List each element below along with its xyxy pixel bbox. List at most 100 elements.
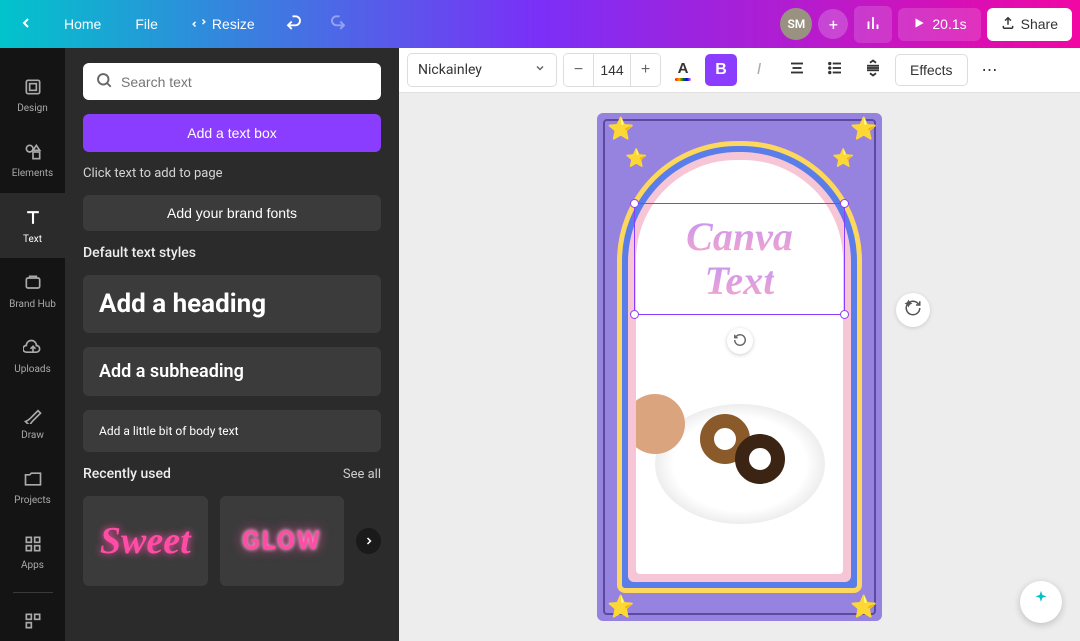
bold-icon: B <box>715 61 727 79</box>
rail-brand-hub-label: Brand Hub <box>9 299 56 310</box>
toolbar-more-button[interactable]: ⋯ <box>974 54 1006 86</box>
rail-divider <box>13 592 53 593</box>
font-size-plus-button[interactable]: + <box>630 53 660 87</box>
rail-projects[interactable]: Projects <box>0 454 65 519</box>
recent-glow-text: GLOW <box>242 526 322 556</box>
rail-design-label: Design <box>17 103 48 114</box>
italic-icon: I <box>757 61 761 79</box>
add-text-box-button[interactable]: Add a text box <box>83 114 381 152</box>
star-icon: ⭐ <box>832 148 854 170</box>
rail-design[interactable]: Design <box>0 62 65 127</box>
recent-item-glow[interactable]: GLOW <box>220 496 345 586</box>
rail-draw[interactable]: Draw <box>0 388 65 453</box>
selected-text-box[interactable]: Canva Text <box>634 203 845 315</box>
bold-button[interactable]: B <box>705 54 737 86</box>
back-button[interactable] <box>8 7 44 42</box>
text-icon <box>21 206 45 230</box>
font-size-minus-button[interactable]: − <box>564 53 594 87</box>
text-toolbar: Nickainley − + A B I <box>399 48 1080 93</box>
redo-icon <box>329 14 347 35</box>
recently-used-title: Recently used <box>83 466 171 482</box>
rail-uploads[interactable]: Uploads <box>0 323 65 388</box>
sidebar-rail: Design Elements Text Brand Hub Uploads <box>0 48 65 641</box>
magic-fab-button[interactable] <box>1020 581 1062 623</box>
recent-scroll-right-button[interactable] <box>356 528 381 554</box>
main-area: Design Elements Text Brand Hub Uploads <box>0 48 1080 641</box>
add-subheading-label: Add a subheading <box>99 361 365 382</box>
selection-handle[interactable] <box>630 199 639 208</box>
resize-button[interactable]: Resize <box>178 8 269 41</box>
canvas-text-line2: Text <box>705 259 775 303</box>
rail-elements[interactable]: Elements <box>0 127 65 192</box>
design-frame[interactable]: ⭐ ⭐ ⭐ ⭐ ⭐ ⭐ <box>597 113 882 621</box>
plus-icon: + <box>829 15 838 34</box>
recently-used-header: Recently used See all <box>83 466 381 482</box>
align-button[interactable] <box>781 54 813 86</box>
star-icon: ⭐ <box>607 117 629 139</box>
undo-icon <box>285 14 303 35</box>
rotate-handle[interactable] <box>727 328 753 354</box>
add-heading-card[interactable]: Add a heading <box>83 275 381 333</box>
upload-icon <box>1001 16 1015 33</box>
share-button[interactable]: Share <box>987 8 1072 41</box>
undo-button[interactable] <box>275 6 313 43</box>
recent-item-sweet[interactable]: Sweet <box>83 496 208 586</box>
font-select[interactable]: Nickainley <box>407 53 557 87</box>
rail-apps-label: Apps <box>21 560 44 571</box>
add-body-card[interactable]: Add a little bit of body text <box>83 410 381 452</box>
add-body-label: Add a little bit of body text <box>99 424 365 438</box>
rail-text[interactable]: Text <box>0 193 65 258</box>
add-subheading-card[interactable]: Add a subheading <box>83 347 381 396</box>
resize-label: Resize <box>212 16 255 32</box>
text-color-button[interactable]: A <box>667 54 699 86</box>
effects-button[interactable]: Effects <box>895 54 968 86</box>
rail-apps[interactable]: Apps <box>0 519 65 584</box>
analytics-button[interactable] <box>854 6 892 43</box>
rail-projects-label: Projects <box>14 495 51 506</box>
font-size-control: − + <box>563 53 661 87</box>
chevron-left-icon <box>18 15 34 34</box>
search-input[interactable] <box>121 74 369 90</box>
list-button[interactable] <box>819 54 851 86</box>
add-heading-label: Add a heading <box>99 289 365 319</box>
redo-button[interactable] <box>319 6 357 43</box>
default-styles-title: Default text styles <box>83 245 381 261</box>
home-button[interactable]: Home <box>50 8 115 40</box>
canvas-center[interactable]: ⭐ ⭐ ⭐ ⭐ ⭐ ⭐ <box>399 93 1080 641</box>
selection-handle[interactable] <box>840 199 849 208</box>
play-timer-button[interactable]: 20.1s <box>898 8 980 41</box>
rail-text-label: Text <box>23 234 42 245</box>
projects-icon <box>21 467 45 491</box>
selection-handle[interactable] <box>630 310 639 319</box>
file-button[interactable]: File <box>121 8 172 40</box>
rail-brand-hub[interactable]: Brand Hub <box>0 258 65 323</box>
see-all-link[interactable]: See all <box>343 467 381 482</box>
star-icon: ⭐ <box>625 148 647 170</box>
elements-icon <box>21 140 45 164</box>
add-user-button[interactable]: + <box>818 9 848 39</box>
italic-button[interactable]: I <box>743 54 775 86</box>
recent-row: Sweet GLOW <box>83 496 381 586</box>
rotate-icon <box>733 332 747 351</box>
resize-icon <box>192 16 206 33</box>
search-icon <box>95 71 113 93</box>
brand-fonts-button[interactable]: Add your brand fonts <box>83 195 381 231</box>
donut-image <box>646 364 833 564</box>
selection-handle[interactable] <box>840 310 849 319</box>
avatar[interactable]: SM <box>780 8 812 40</box>
play-icon <box>912 16 926 33</box>
regenerate-button[interactable] <box>896 293 930 327</box>
top-header: Home File Resize SM + 20.1s <box>0 0 1080 48</box>
more-icon <box>21 609 45 633</box>
spacing-button[interactable] <box>857 54 889 86</box>
draw-icon <box>21 402 45 426</box>
star-icon: ⭐ <box>850 117 872 139</box>
spacing-icon <box>864 59 882 82</box>
chevron-right-icon <box>363 532 375 551</box>
rail-uploads-label: Uploads <box>14 364 50 375</box>
rail-more[interactable] <box>0 601 65 641</box>
list-icon <box>826 59 844 82</box>
rail-elements-label: Elements <box>12 168 53 179</box>
font-size-input[interactable] <box>594 62 630 78</box>
design-icon <box>21 75 45 99</box>
